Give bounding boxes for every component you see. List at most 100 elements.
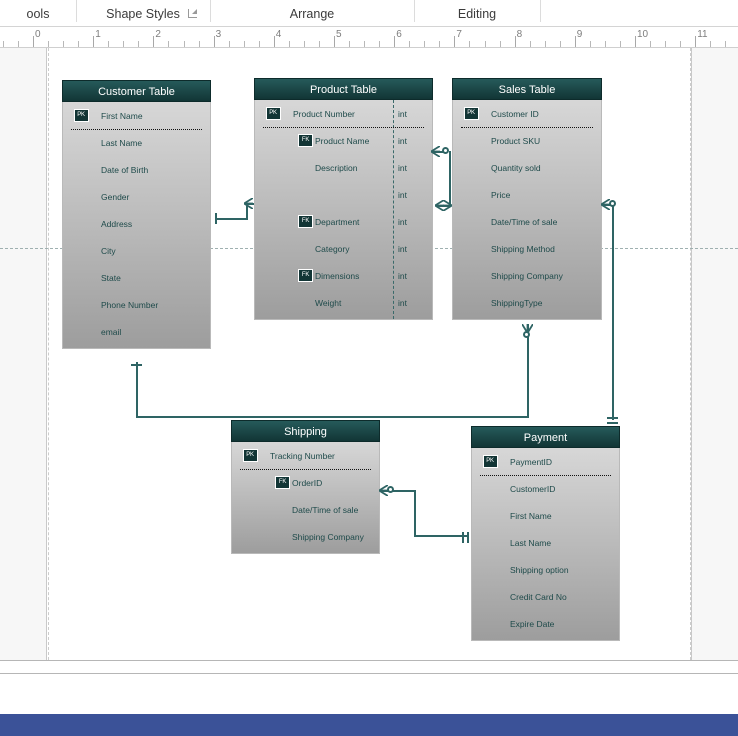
attribute-row[interactable]: Quantity sold <box>453 154 601 181</box>
connector-shipping-to-payment[interactable] <box>414 535 468 537</box>
attribute-row[interactable]: Date/Time of sale <box>453 208 601 235</box>
primary-key-badge: PK <box>482 455 498 468</box>
attribute-row[interactable]: PK First Name <box>63 102 210 129</box>
ribbon-group-ools[interactable]: ools <box>0 0 76 27</box>
connector-customer-to-sales[interactable] <box>527 324 529 418</box>
attribute-row[interactable]: PK PaymentID <box>472 448 619 475</box>
attribute-row[interactable]: PK Product Number int <box>255 100 432 127</box>
ruler-tick <box>138 41 139 47</box>
attribute-name: Shipping option <box>510 564 569 575</box>
connector-sales-to-payment[interactable] <box>612 204 614 420</box>
ruler-tick <box>3 41 4 47</box>
attribute-row[interactable]: Weight int <box>255 289 432 316</box>
attribute-row[interactable]: Shipping Company <box>232 523 379 550</box>
ruler-tick <box>289 41 290 47</box>
ruler-tick <box>48 41 49 47</box>
attribute-name: Department <box>315 216 360 227</box>
ruler-tick <box>485 41 486 47</box>
attribute-row[interactable]: Date of Birth <box>63 156 210 183</box>
entity-customer-table[interactable]: Customer Table PK First Name Last Name Date … <box>62 80 211 349</box>
attribute-type: int <box>398 189 407 200</box>
attribute-row[interactable]: Phone Number <box>63 291 210 318</box>
attribute-row[interactable]: Shipping option <box>472 556 619 583</box>
entity-title-payment-table[interactable]: Payment <box>471 426 620 448</box>
attribute-row[interactable]: PK Tracking Number <box>232 442 379 469</box>
attribute-row[interactable]: PK Customer ID <box>453 100 601 127</box>
entity-title-sales-table[interactable]: Sales Table <box>452 78 602 100</box>
dialog-launcher-icon[interactable] <box>188 9 197 18</box>
margin-guide-vertical[interactable] <box>48 48 49 660</box>
ruler-label: 11 <box>697 29 708 40</box>
ruler-label: 4 <box>275 29 282 40</box>
entity-payment-table[interactable]: Payment PK PaymentID CustomerID First Name La… <box>471 426 620 641</box>
entity-product-table[interactable]: Product Table PK Product Number int FK Produc… <box>254 78 433 320</box>
attribute-row[interactable]: Description int <box>255 154 432 181</box>
attribute-row[interactable]: Date/Time of sale <box>232 496 379 523</box>
crows-foot-icon <box>431 146 440 157</box>
connector-customer-to-sales[interactable] <box>136 416 528 418</box>
attribute-row[interactable]: FK Dimensions int <box>255 262 432 289</box>
attribute-name: Dimensions <box>315 270 360 281</box>
attribute-name: Last Name <box>101 137 143 148</box>
entity-body-shipping-table: PK Tracking Number FK OrderID Date/Time of s… <box>231 442 380 554</box>
foreign-key-badge: FK <box>298 269 313 282</box>
attribute-name: Quantity sold <box>491 162 541 173</box>
attribute-row[interactable]: Address <box>63 210 210 237</box>
attribute-name: Address <box>101 218 133 229</box>
attribute-name: Product Number <box>293 108 355 119</box>
attribute-row[interactable]: Category int <box>255 235 432 262</box>
attribute-row[interactable]: City <box>63 237 210 264</box>
ribbon-group-label: Arrange <box>289 6 335 21</box>
attribute-row[interactable]: FK Department int <box>255 208 432 235</box>
ruler-tick <box>123 41 124 47</box>
drawing-canvas[interactable]: Customer Table PK First Name Last Name Date … <box>0 48 738 660</box>
attribute-key-cell: FK <box>255 215 313 228</box>
entity-title-product-table[interactable]: Product Table <box>254 78 433 100</box>
primary-key-badge: PK <box>463 107 479 120</box>
entity-title-shipping-table[interactable]: Shipping <box>231 420 380 442</box>
attribute-name: City <box>101 245 116 256</box>
entity-title-customer-table[interactable]: Customer Table <box>62 80 211 102</box>
attribute-row[interactable]: Product SKU <box>453 127 601 154</box>
attribute-row[interactable]: Price <box>453 181 601 208</box>
attribute-row[interactable]: email <box>63 318 210 345</box>
connector-customer-to-product[interactable] <box>216 218 248 220</box>
attribute-row[interactable]: First Name <box>472 502 619 529</box>
taskbar[interactable] <box>0 714 738 736</box>
entity-sales-table[interactable]: Sales Table PK Customer ID Product SKU Quant… <box>452 78 602 320</box>
foreign-key-badge: FK <box>298 134 313 147</box>
attribute-row[interactable]: FK OrderID <box>232 469 379 496</box>
primary-key-badge: PK <box>242 449 258 462</box>
attribute-name: Product SKU <box>491 135 541 146</box>
attribute-row[interactable]: CustomerID <box>472 475 619 502</box>
ruler-tick <box>229 41 230 47</box>
attribute-row[interactable]: Last Name <box>63 129 210 156</box>
attribute-row[interactable]: Last Name <box>472 529 619 556</box>
below-window-area <box>0 674 738 714</box>
margin-guide-vertical[interactable] <box>690 48 691 660</box>
primary-key-badge: PK <box>73 109 89 122</box>
entity-body-customer-table: PK First Name Last Name Date of Birth Gender… <box>62 102 211 349</box>
foreign-key-badge: FK <box>275 476 290 489</box>
attribute-name: Last Name <box>510 537 552 548</box>
ruler-tick <box>33 36 34 47</box>
attribute-row[interactable]: Shipping Method <box>453 235 601 262</box>
attribute-row[interactable]: int <box>255 181 432 208</box>
horizontal-ruler[interactable]: 0 1 2 3 4 5 6 7 8 9 10 11 <box>0 28 738 48</box>
ribbon-group-editing[interactable]: Editing <box>416 0 538 27</box>
connector-product-to-sales[interactable] <box>449 151 451 206</box>
entity-shipping-table[interactable]: Shipping PK Tracking Number FK OrderID Date/T… <box>231 420 380 554</box>
ruler-tick <box>78 41 79 47</box>
ruler-tick <box>424 41 425 47</box>
attribute-key-cell: PK <box>232 449 268 462</box>
connector-shipping-to-payment[interactable] <box>414 490 416 537</box>
attribute-row[interactable]: Expire Date <box>472 610 619 637</box>
attribute-row[interactable]: FK Product Name int <box>255 127 432 154</box>
ribbon-group-arrange[interactable]: Arrange <box>212 0 412 27</box>
attribute-row[interactable]: Shipping Company <box>453 262 601 289</box>
connector-customer-to-sales[interactable] <box>136 362 138 418</box>
attribute-row[interactable]: ShippingType <box>453 289 601 316</box>
attribute-row[interactable]: Gender <box>63 183 210 210</box>
attribute-row[interactable]: State <box>63 264 210 291</box>
attribute-row[interactable]: Credit Card No <box>472 583 619 610</box>
